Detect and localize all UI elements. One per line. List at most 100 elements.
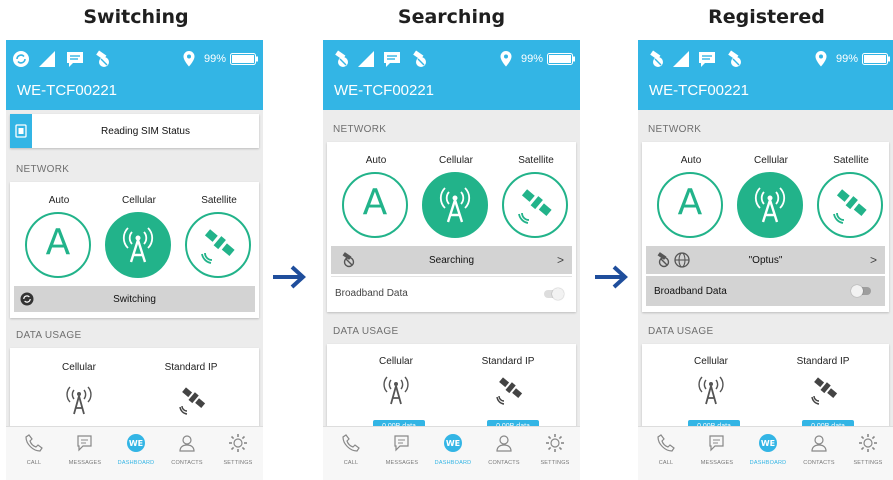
usage-label-cellular: Cellular: [62, 362, 96, 373]
nav-call[interactable]: CALL: [641, 433, 691, 466]
cellular-mode-button[interactable]: [105, 212, 171, 278]
cellular-mode-button[interactable]: [737, 172, 803, 238]
right-arrow-icon: [595, 265, 628, 289]
network-card: Auto Cellular Satellite A "Optus" > Broa…: [642, 142, 889, 312]
phone-screen-switching: 99% WE-TCF00221 Reading SIM Status NETWO…: [6, 40, 263, 480]
nav-label-call: CALL: [26, 460, 42, 466]
panel-caption-registered: Registered: [708, 6, 825, 28]
network-status-bar[interactable]: Switching: [14, 286, 255, 312]
satellite-mode-button[interactable]: [185, 212, 251, 278]
signal-icon: [358, 51, 374, 67]
mode-label-cellular: Cellular: [439, 155, 473, 166]
network-status-text: Switching: [113, 294, 156, 305]
nav-label-contacts: CONTACTS: [803, 460, 835, 466]
nav-call[interactable]: CALL: [326, 433, 376, 466]
settings-gear-icon: [546, 434, 564, 452]
nav-settings[interactable]: SETTINGS: [843, 433, 893, 466]
location-icon: [500, 51, 512, 67]
nav-settings[interactable]: SETTINGS: [213, 433, 263, 466]
mode-label-cellular: Cellular: [754, 155, 788, 166]
mode-label-auto: Auto: [680, 155, 702, 166]
data-usage-section-title: DATA USAGE: [16, 330, 82, 341]
cellular-tower-icon: [383, 376, 409, 405]
no-satellite-icon: [335, 50, 348, 67]
satellite-icon: [179, 387, 206, 415]
panel-caption-switching: Switching: [83, 6, 189, 28]
satellite-icon: [518, 189, 552, 224]
location-icon: [183, 51, 195, 67]
broadband-data-toggle[interactable]: [851, 285, 871, 297]
no-satellite-icon: [413, 50, 426, 67]
auto-mode-button[interactable]: A: [657, 172, 723, 238]
bottom-nav: CALL MESSAGES WE DASHBOARD CONTACTS SETT…: [6, 426, 263, 480]
nav-label-call: CALL: [343, 460, 359, 466]
sim-status-text: Reading SIM Status: [101, 126, 190, 137]
battery-icon: [862, 53, 890, 65]
no-satellite-icon: [96, 50, 109, 67]
network-status-bar[interactable]: "Optus" >: [646, 246, 885, 274]
cellular-tower-icon: [754, 187, 786, 223]
nav-label-settings: SETTINGS: [223, 460, 253, 466]
nav-label-dashboard: DASHBOARD: [749, 460, 787, 466]
sim-card-icon: [10, 114, 32, 148]
status-bar: 99%: [6, 40, 263, 78]
network-card: Auto Cellular Satellite A Switching: [10, 182, 259, 318]
settings-gear-icon: [859, 434, 877, 452]
cellular-mode-button[interactable]: [422, 172, 488, 238]
satellite-icon: [496, 377, 523, 405]
divider: [331, 276, 572, 277]
nav-dashboard[interactable]: WE DASHBOARD: [428, 433, 478, 466]
nav-messages[interactable]: MESSAGES: [377, 433, 427, 466]
satellite-mode-button[interactable]: [817, 172, 883, 238]
broadband-data-toggle[interactable]: [544, 288, 564, 300]
mode-label-auto: Auto: [365, 155, 387, 166]
contacts-icon: [811, 435, 827, 452]
battery-percent: 99%: [204, 53, 227, 65]
phone-icon: [657, 434, 675, 452]
nav-label-dashboard: DASHBOARD: [434, 460, 472, 466]
chevron-right-icon: >: [869, 253, 877, 267]
data-usage-section-title: DATA USAGE: [648, 326, 714, 337]
network-status-bar[interactable]: Searching >: [331, 246, 572, 274]
nav-dashboard[interactable]: WE DASHBOARD: [743, 433, 793, 466]
no-satellite-icon: [728, 50, 741, 67]
nav-contacts[interactable]: CONTACTS: [794, 433, 844, 466]
broadband-data-label: Broadband Data: [654, 286, 727, 297]
svg-text:WE: WE: [446, 439, 460, 448]
satellite-icon: [833, 189, 867, 224]
auto-mode-button[interactable]: A: [342, 172, 408, 238]
cellular-tower-icon: [122, 227, 154, 263]
message-icon: [699, 52, 715, 67]
nav-messages[interactable]: MESSAGES: [60, 433, 110, 466]
nav-label-call: CALL: [658, 460, 674, 466]
usage-label-standard-ip: Standard IP: [481, 356, 535, 367]
nav-messages[interactable]: MESSAGES: [692, 433, 742, 466]
nav-label-messages: MESSAGES: [68, 460, 102, 466]
mode-label-satellite: Satellite: [518, 155, 554, 166]
data-usage-card: Cellular Standard IP 0.00B data 0.00B da…: [642, 344, 889, 434]
phone-icon: [25, 434, 43, 452]
phone-screen-registered: 99% WE-TCF00221 NETWORK Auto Cellular Sa…: [638, 40, 893, 480]
nav-dashboard[interactable]: WE DASHBOARD: [111, 433, 161, 466]
mode-label-auto: Auto: [48, 195, 70, 206]
location-icon: [815, 51, 827, 67]
app-bar-title: WE-TCF00221: [6, 78, 263, 110]
svg-text:WE: WE: [129, 439, 143, 448]
broadband-data-row: Broadband Data: [646, 276, 885, 306]
battery-icon: [230, 53, 258, 65]
cellular-tower-icon: [439, 187, 471, 223]
battery-icon: [547, 53, 575, 65]
nav-contacts[interactable]: CONTACTS: [162, 433, 212, 466]
satellite-mode-button[interactable]: [502, 172, 568, 238]
nav-call[interactable]: CALL: [9, 433, 59, 466]
contacts-icon: [179, 435, 195, 452]
nav-label-messages: MESSAGES: [700, 460, 734, 466]
contacts-icon: [496, 435, 512, 452]
auto-mode-button[interactable]: A: [25, 212, 91, 278]
nav-settings[interactable]: SETTINGS: [530, 433, 580, 466]
nav-label-contacts: CONTACTS: [171, 460, 203, 466]
settings-gear-icon: [229, 434, 247, 452]
data-usage-card: Cellular Standard IP 0.00B data 0.00B da…: [327, 344, 576, 434]
mode-label-cellular: Cellular: [122, 195, 156, 206]
nav-contacts[interactable]: CONTACTS: [479, 433, 529, 466]
